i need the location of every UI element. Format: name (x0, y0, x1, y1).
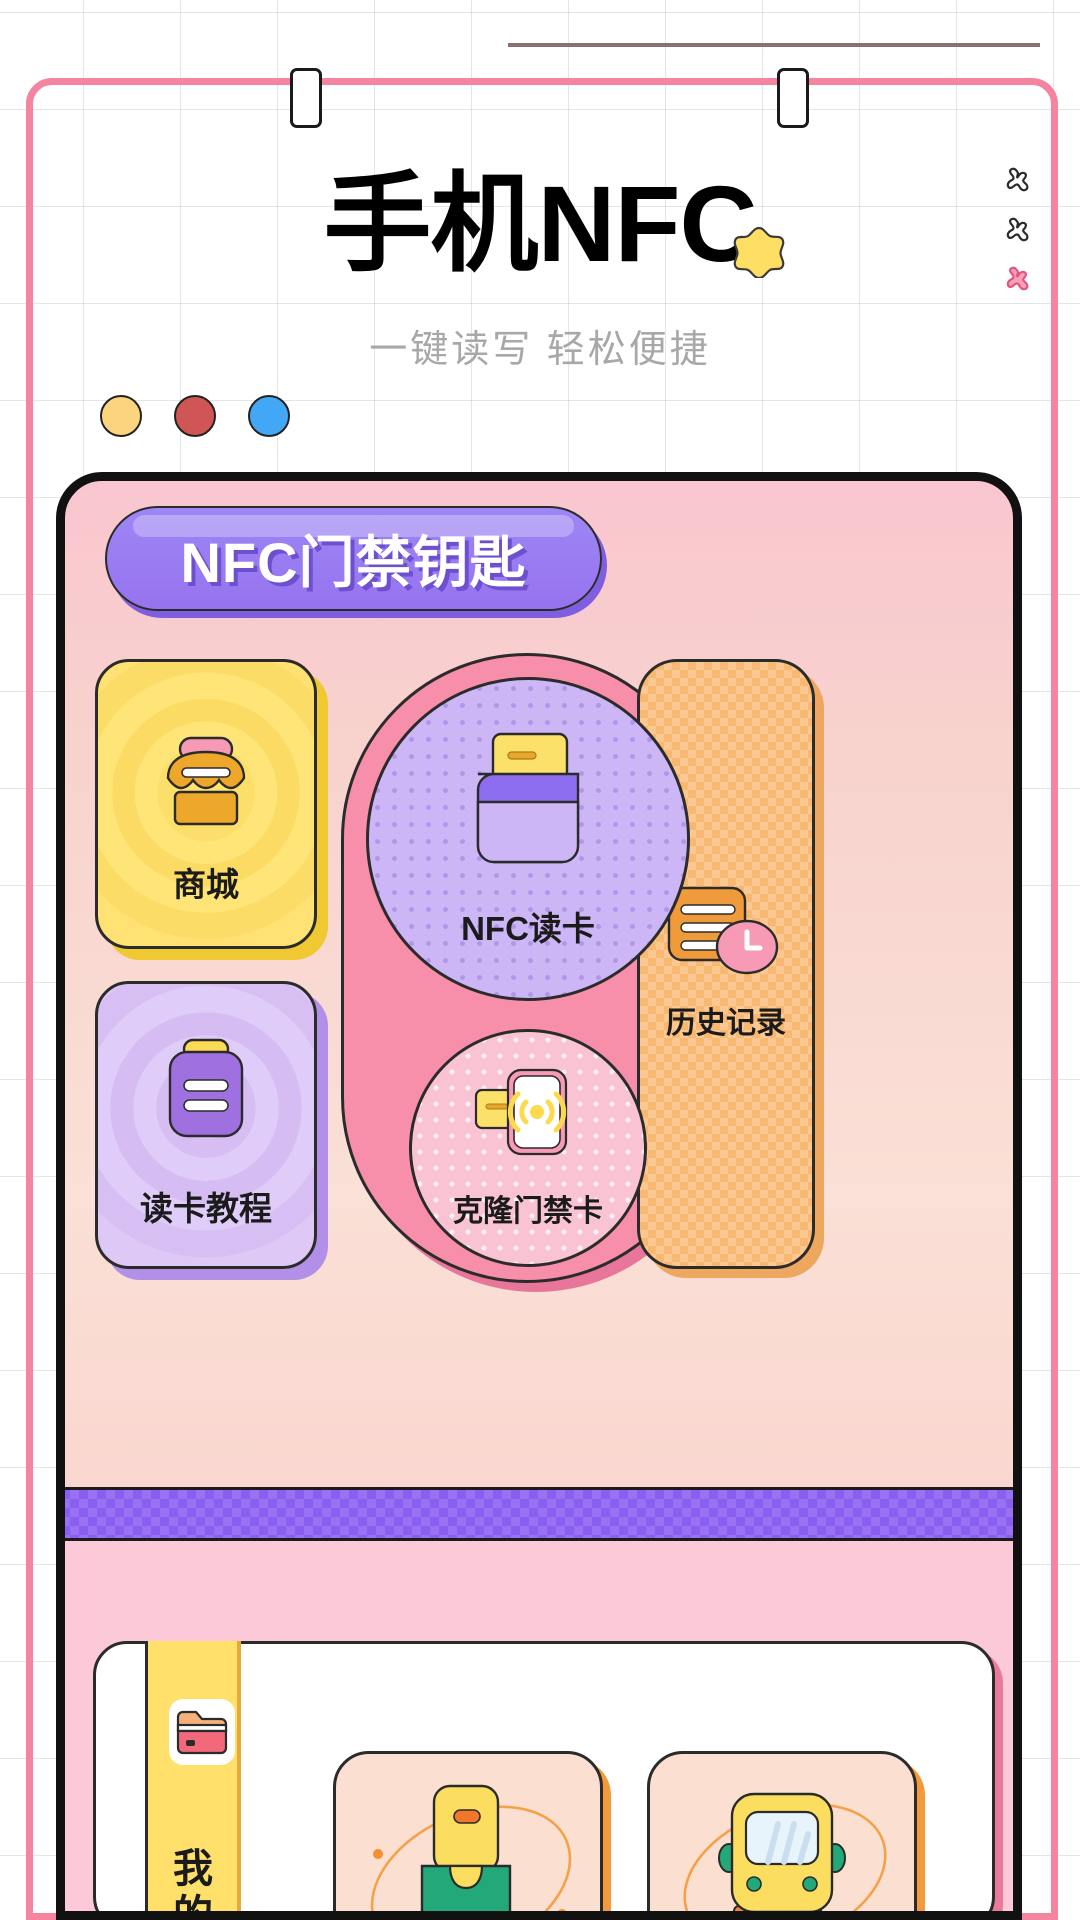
tile-shop[interactable]: 商城 (95, 659, 317, 949)
nfc-key-banner[interactable]: NFC门禁钥匙 (105, 506, 602, 611)
tile-nfc-read[interactable]: NFC读卡 (366, 677, 690, 1001)
tile-nfc-read-label: NFC读卡 (461, 910, 595, 947)
tile-history-label: 历史记录 (666, 1007, 786, 1040)
mini-card-bus-card[interactable]: 公交卡 (647, 1751, 917, 1911)
top-divider-rule (508, 43, 1040, 47)
shop-icon (148, 722, 264, 838)
tile-clone-card-label: 克隆门禁卡 (453, 1195, 603, 1228)
nfc-key-banner-label: NFC门禁钥匙 (180, 531, 527, 594)
tile-shop-label: 商城 (173, 866, 239, 903)
binder-clip-left (290, 68, 322, 128)
folder-icon (169, 1699, 235, 1765)
bus-icon (716, 1790, 848, 1911)
card-wallet-icon (462, 730, 594, 876)
page-root: 手机NFC 一键读写 轻松便捷 NFC门禁钥匙 商城 读卡教程 历史记录 NFC… (0, 0, 1080, 1920)
tile-tutorial[interactable]: 读卡教程 (95, 981, 317, 1269)
clipboard-icon (154, 1036, 258, 1152)
binder-clip-right (777, 68, 809, 128)
phone-nfc-icon (468, 1064, 588, 1160)
access-card-icon (410, 1782, 526, 1911)
purple-divider-stripe (65, 1487, 1013, 1541)
phone-mockup: NFC门禁钥匙 商城 读卡教程 历史记录 NFC读卡 克隆门禁卡 我的 (56, 472, 1022, 1920)
side-tab-my-cards-label: 我的卡 (173, 1847, 213, 1920)
tile-tutorial-label: 读卡教程 (140, 1190, 272, 1227)
mini-card-access-card[interactable]: 门禁卡 (333, 1751, 603, 1911)
tile-clone-card[interactable]: 克隆门禁卡 (409, 1029, 647, 1267)
